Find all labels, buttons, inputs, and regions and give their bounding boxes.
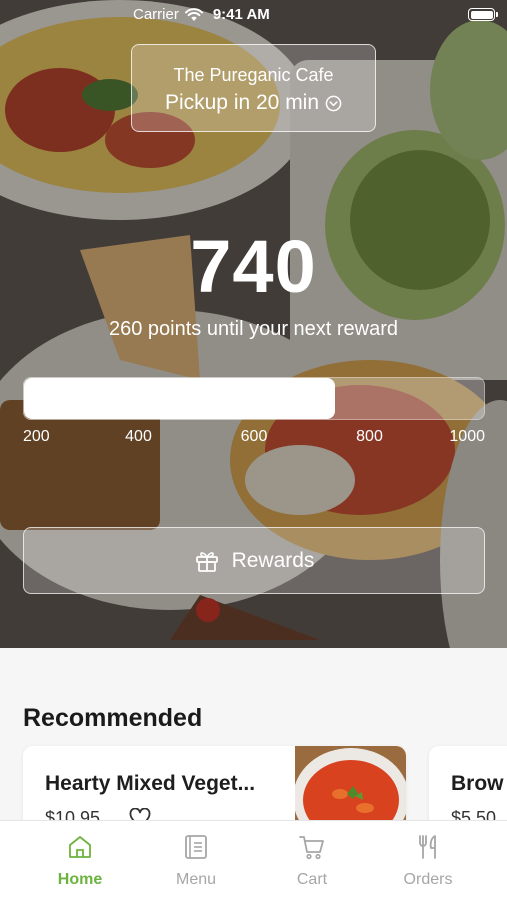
- item-name: Hearty Mixed Veget...: [45, 772, 256, 795]
- section-title: Recommended: [23, 704, 203, 732]
- home-icon: [69, 836, 91, 858]
- heart-icon[interactable]: [129, 808, 151, 820]
- rewards-button[interactable]: Rewards: [23, 527, 485, 594]
- cart-icon: [299, 836, 324, 860]
- gift-icon: [195, 551, 218, 572]
- status-time: 9:41 AM: [212, 6, 270, 23]
- points-balance: 740: [190, 225, 317, 308]
- pickup-time-row: Pickup in 20 min: [132, 91, 375, 115]
- menu-book-icon: [185, 835, 207, 859]
- progress-tick-label: 600: [240, 428, 268, 445]
- tab-menu[interactable]: Menu: [138, 821, 254, 900]
- progress-tick-labels: 200 400 600 800 1000: [23, 428, 485, 448]
- item-price: $5.50: [451, 808, 497, 820]
- points-until-reward: 260 points until your next reward: [108, 318, 399, 340]
- progress-tick-label: 200: [23, 428, 50, 445]
- chevron-down-circle-icon: [325, 95, 342, 111]
- tab-label: Orders: [403, 871, 453, 888]
- progress-tick-label: 800: [356, 428, 383, 445]
- recommended-section: Recommended Hearty Mixed Veget... $10.95…: [0, 648, 507, 820]
- tab-label: Menu: [175, 871, 217, 888]
- bottom-tab-bar: Home Menu Cart Orders: [0, 820, 507, 900]
- progress-tick-label: 400: [125, 428, 152, 445]
- status-bar-left: Carrier 9:41 AM: [133, 6, 270, 23]
- status-bar: Carrier 9:41 AM: [0, 0, 507, 30]
- soup-photo: [295, 746, 406, 820]
- cafe-name: The Pureganic Cafe: [173, 65, 334, 85]
- rewards-button-label: Rewards: [231, 548, 315, 572]
- battery-icon: [468, 8, 498, 21]
- points-progress-bar: [23, 377, 485, 420]
- points-progress-fill: [24, 378, 335, 419]
- item-name: Brow: [451, 772, 504, 795]
- wifi-icon: [184, 7, 203, 21]
- pickup-time: Pickup in 20 min: [164, 91, 320, 114]
- fork-knife-icon: [419, 835, 436, 859]
- tab-orders[interactable]: Orders: [370, 821, 486, 900]
- tab-label: Home: [57, 871, 103, 888]
- recommended-item-card[interactable]: Hearty Mixed Veget... $10.95: [23, 746, 406, 820]
- item-price: $10.95: [45, 808, 101, 820]
- rewards-hero: Carrier 9:41 AM The Pureganic Cafe Picku…: [0, 0, 507, 648]
- tab-home[interactable]: Home: [22, 821, 138, 900]
- tab-cart[interactable]: Cart: [254, 821, 370, 900]
- carrier-label: Carrier: [133, 6, 179, 23]
- pickup-location-button[interactable]: The Pureganic Cafe Pickup in 20 min: [131, 44, 376, 132]
- progress-tick-label: 1000: [449, 428, 485, 445]
- tab-label: Cart: [296, 871, 328, 888]
- recommended-item-card[interactable]: Brow $5.50: [429, 746, 507, 820]
